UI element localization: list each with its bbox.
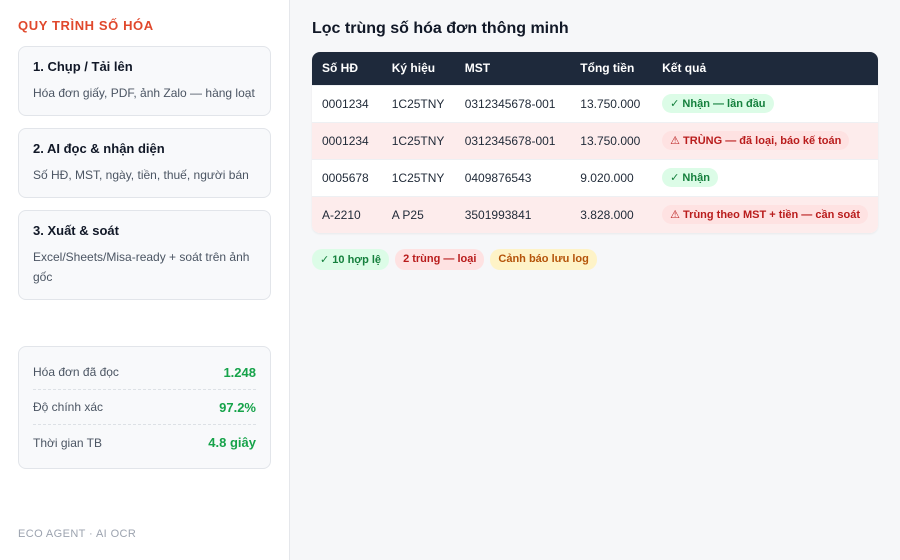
column-header-mst[interactable]: MST <box>455 52 571 85</box>
cell-mst: 0312345678-001 <box>454 121 571 159</box>
step-desc: Excel/Sheets/Misa-ready + soát trên ảnh … <box>33 250 250 284</box>
page-title: Lọc trùng số hóa đơn thông minh <box>312 20 569 37</box>
step-card-ai-read[interactable]: 2. AI đọc & nhận diện Số HĐ, MST, ngày, … <box>18 128 271 198</box>
table-row[interactable]: 0005678 1C25TNY 0409876543 9.020.000 ✓ N… <box>312 158 878 196</box>
stat-row-read: Hóa đơn đã đọc 1.248 <box>33 355 256 390</box>
stat-value: 4.8 giây <box>208 435 256 450</box>
summary-badges: ✓ 10 hợp lệ 2 trùng — loại Cảnh báo lưu … <box>312 249 878 270</box>
table-row[interactable]: A-2210 A P25 3501993841 3.828.000 ⚠ Trùn… <box>312 195 878 233</box>
cell-so-hd: 0001234 <box>312 84 382 122</box>
cell-ky-hieu: 1C25TNY <box>381 84 455 122</box>
status-badge: ✓ Nhận — lần đầu <box>662 94 774 113</box>
stat-value: 97.2% <box>219 399 256 415</box>
cell-mst: 0312345678-001 <box>454 84 571 122</box>
cell-mst: 0409876543 <box>454 158 571 196</box>
table-row[interactable]: 0001234 1C25TNY 0312345678-001 13.750.00… <box>312 121 878 159</box>
invoice-table-container: Số HĐ Ký hiệu MST Tổng tiền Kết quả 0001… <box>312 52 878 233</box>
duplicate-count-badge: 2 trùng — loại <box>395 249 485 270</box>
stat-row-accuracy: Độ chính xác 97.2% <box>33 390 256 425</box>
step-title: 1. Chụp / Tải lên <box>33 59 133 74</box>
sidebar-title: QUY TRÌNH SỐ HÓA <box>18 18 154 33</box>
step-title: 3. Xuất & soát <box>33 223 119 238</box>
step-card-upload[interactable]: 1. Chụp / Tải lên Hóa đơn giấy, PDF, ảnh… <box>18 46 271 116</box>
cell-ky-hieu: A P25 <box>381 195 455 233</box>
cell-tong-tien: 13.750.000 <box>570 84 653 122</box>
status-badge: ⚠ TRÙNG — đã loại, báo kế toán <box>662 131 850 150</box>
cell-ket-qua: ✓ Nhận <box>652 158 878 196</box>
cell-ky-hieu: 1C25TNY <box>381 158 455 196</box>
cell-ket-qua: ✓ Nhận — lần đầu <box>652 84 878 122</box>
cell-ky-hieu: 1C25TNY <box>381 121 455 159</box>
stat-label: Độ chính xác <box>33 400 104 414</box>
status-badge: ✓ Nhận <box>662 168 718 187</box>
column-header-ket-qua[interactable]: Kết quả <box>652 52 878 85</box>
cell-so-hd: 0001234 <box>312 121 382 159</box>
sidebar: QUY TRÌNH SỐ HÓA 1. Chụp / Tải lên Hóa đ… <box>0 0 290 560</box>
column-header-ky-hieu[interactable]: Ký hiệu <box>382 52 455 85</box>
table-row[interactable]: 0001234 1C25TNY 0312345678-001 13.750.00… <box>312 84 878 122</box>
main-panel: Lọc trùng số hóa đơn thông minh Số HĐ Ký… <box>290 0 900 560</box>
log-warning-badge: Cảnh báo lưu log <box>490 249 597 270</box>
cell-tong-tien: 13.750.000 <box>570 121 653 159</box>
cell-ket-qua: ⚠ TRÙNG — đã loại, báo kế toán <box>652 121 878 159</box>
stat-value: 1.248 <box>223 364 256 380</box>
valid-count-badge: ✓ 10 hợp lệ <box>312 249 390 270</box>
cell-so-hd: 0005678 <box>312 158 382 196</box>
cell-so-hd: A-2210 <box>312 195 382 233</box>
status-badge: ⚠ Trùng theo MST + tiền — cần soát <box>662 205 868 225</box>
stats-card: Hóa đơn đã đọc 1.248 Độ chính xác 97.2% … <box>18 346 271 469</box>
stat-row-avg-time: Thời gian TB 4.8 giây <box>33 425 256 460</box>
column-header-so-hd[interactable]: Số HĐ <box>312 52 382 85</box>
cell-mst: 3501993841 <box>454 195 571 233</box>
cell-tong-tien: 9.020.000 <box>570 158 653 196</box>
step-card-export[interactable]: 3. Xuất & soát Excel/Sheets/Misa-ready +… <box>18 210 271 300</box>
step-title: 2. AI đọc & nhận diện <box>33 141 165 156</box>
step-desc: Hóa đơn giấy, PDF, ảnh Zalo — hàng loạt <box>33 86 255 100</box>
table-header-row: Số HĐ Ký hiệu MST Tổng tiền Kết quả <box>312 52 878 85</box>
step-desc: Số HĐ, MST, ngày, tiền, thuế, người bán <box>33 168 249 182</box>
stat-label: Hóa đơn đã đọc <box>33 365 119 379</box>
column-header-tong-tien[interactable]: Tổng tiền <box>570 52 652 85</box>
cell-tong-tien: 3.828.000 <box>570 195 653 233</box>
sidebar-footer: ECO AGENT · AI OCR <box>18 528 137 540</box>
invoice-table: Số HĐ Ký hiệu MST Tổng tiền Kết quả 0001… <box>312 52 878 233</box>
stat-label: Thời gian TB <box>33 435 103 450</box>
cell-ket-qua: ⚠ Trùng theo MST + tiền — cần soát <box>652 195 878 233</box>
